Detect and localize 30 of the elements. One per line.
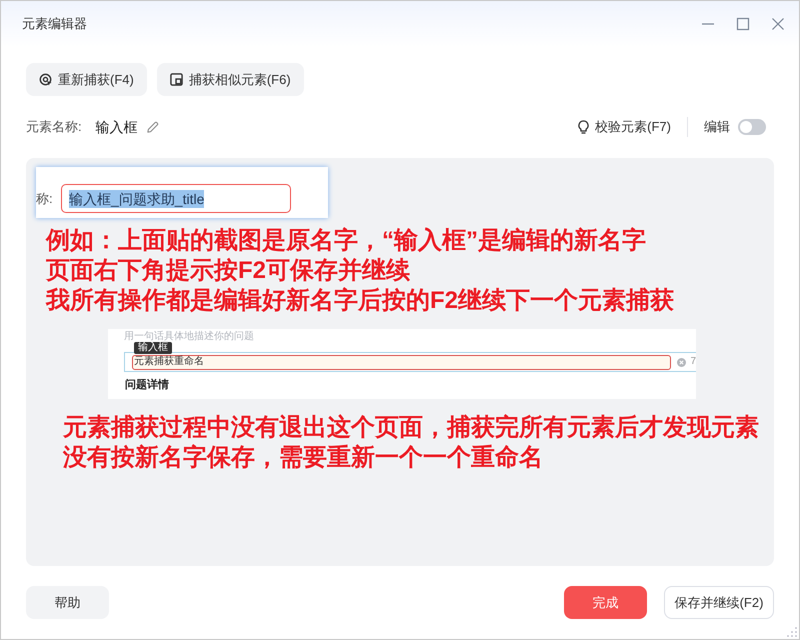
save-continue-button[interactable]: 保存并继续(F2) bbox=[664, 586, 774, 619]
hint-text: 用一句话具体地描述你的问题 bbox=[124, 331, 254, 342]
close-icon[interactable] bbox=[771, 17, 785, 31]
toggle-label: 编辑 bbox=[704, 118, 730, 136]
annotation-text: 元素捕获过程中没有退出这个页面，捕获完所有元素后才发现元素 bbox=[63, 413, 759, 443]
toolbar-button[interactable]: 捕获相似元素(F6) bbox=[156, 63, 304, 96]
element-name-value: 输入框 bbox=[96, 118, 138, 136]
annotation-text: 没有按新名字保存，需要重新一个一个重命名 bbox=[63, 443, 544, 473]
toolbar-button[interactable]: 重新捕获(F4) bbox=[26, 63, 147, 96]
pencil-icon[interactable] bbox=[146, 120, 159, 134]
target-refresh-icon bbox=[39, 73, 52, 86]
tooltip: 输入框 bbox=[134, 342, 172, 354]
clear-icon bbox=[677, 358, 686, 366]
square-inset-icon bbox=[170, 73, 183, 86]
resize-grip-icon[interactable] bbox=[787, 627, 797, 637]
selected-text: 输入框_问题求助_title bbox=[69, 190, 204, 208]
annotation-text: 页面右下角提示按F2可保存并继续 bbox=[46, 256, 412, 286]
annotation-text: 例如：上面贴的截图是原名字，“输入框”是编辑的新名字 bbox=[46, 226, 647, 256]
validate-button[interactable]: 校验元素(F7) bbox=[577, 117, 671, 137]
lightbulb-icon bbox=[577, 120, 590, 134]
character-count: 7 bbox=[690, 356, 696, 368]
input-value: 元素捕获重命名 bbox=[134, 356, 204, 368]
window-title: 元素编辑器 bbox=[22, 15, 87, 34]
section-heading: 问题详情 bbox=[125, 379, 169, 392]
field-label: 称: bbox=[36, 190, 54, 208]
annotation-text: 我所有操作都是编辑好新名字后按的F2继续下一个元素捕获 bbox=[46, 286, 674, 316]
maximize-icon[interactable] bbox=[736, 17, 750, 31]
edit-toggle[interactable] bbox=[738, 119, 766, 135]
help-button[interactable]: 帮助 bbox=[26, 586, 109, 619]
field-label: 元素名称: bbox=[26, 118, 82, 136]
